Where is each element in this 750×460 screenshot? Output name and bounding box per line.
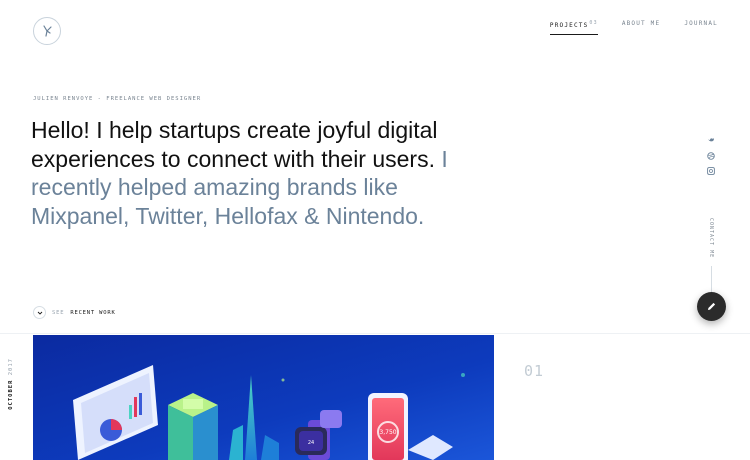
logo-bird-icon xyxy=(43,25,52,37)
section-divider xyxy=(0,333,750,334)
project-year: 2017 xyxy=(8,358,14,376)
nav-about[interactable]: ABOUT ME xyxy=(622,20,661,35)
recent-work-label: RECENT WORK xyxy=(70,309,116,316)
nav-projects[interactable]: PROJECTS03 xyxy=(549,20,598,35)
projects-count: 03 xyxy=(589,20,598,26)
main-nav: PROJECTS03 ABOUT ME JOURNAL xyxy=(549,20,718,35)
project-hero-image[interactable]: 24 3,750 xyxy=(33,335,494,460)
instagram-icon[interactable] xyxy=(707,160,715,175)
project-date: OCTOBER 2017 xyxy=(8,358,14,410)
contact-label: CONTACT ME xyxy=(708,218,714,259)
phone-stat: 3,750 xyxy=(379,429,396,436)
intro-kicker: JULIEN RENVOYE - FREELANCE WEB DESIGNER xyxy=(33,96,202,102)
edit-fab-button[interactable] xyxy=(697,292,726,321)
headline-main: Hello! I help startups create joyful dig… xyxy=(31,117,438,172)
hero-headline: Hello! I help startups create joyful dig… xyxy=(31,116,451,230)
dribbble-icon[interactable] xyxy=(707,145,715,160)
pencil-icon xyxy=(708,302,716,310)
project-number: 01 xyxy=(524,362,545,380)
watch-stat: 24 xyxy=(308,440,314,446)
project-month: OCTOBER xyxy=(8,379,14,410)
twitter-icon[interactable] xyxy=(707,130,715,142)
logo[interactable] xyxy=(33,17,61,45)
chevron-down-circle xyxy=(33,306,46,319)
social-links xyxy=(707,130,715,175)
nav-journal[interactable]: JOURNAL xyxy=(684,20,718,35)
project-illustration: 24 3,750 xyxy=(33,335,494,460)
see-recent-work-link[interactable]: SEE RECENT WORK xyxy=(33,306,116,319)
chevron-down-icon xyxy=(37,311,42,315)
see-label: SEE xyxy=(52,309,65,316)
